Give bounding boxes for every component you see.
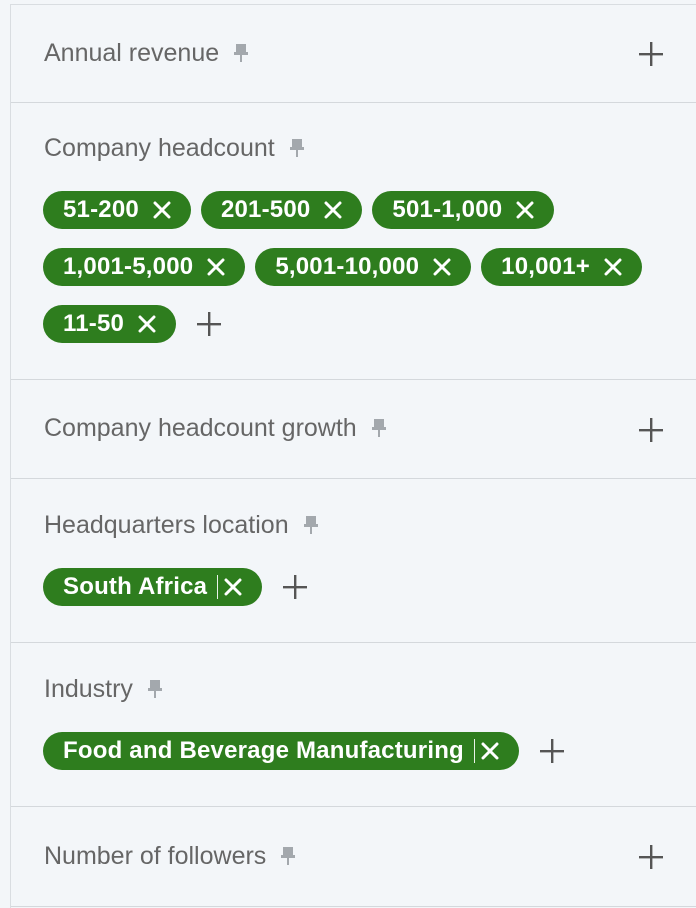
pin-icon[interactable]: [147, 679, 163, 699]
filter-label-annual-revenue: Annual revenue: [44, 39, 220, 67]
chip-headcount-501-1000[interactable]: 501-1,000: [372, 191, 555, 229]
filter-section-headcount-growth: Company headcount growth: [11, 379, 696, 479]
remove-icon[interactable]: [516, 201, 534, 219]
add-annual-revenue-button[interactable]: [638, 41, 664, 67]
remove-icon[interactable]: [138, 315, 156, 333]
chip-headcount-11-50[interactable]: 11-50: [43, 305, 177, 343]
filter-panel: Annual revenue Company headcount 51-200: [10, 4, 696, 908]
chip-location-south-africa[interactable]: South Africa: [43, 568, 263, 606]
filter-label-industry: Industry: [44, 675, 133, 703]
chip-separator: [217, 575, 219, 599]
remove-icon[interactable]: [604, 258, 622, 276]
pin-icon[interactable]: [289, 138, 305, 158]
filter-label-hq-location: Headquarters location: [44, 511, 289, 539]
chip-headcount-51-200[interactable]: 51-200: [43, 191, 191, 229]
remove-icon[interactable]: [224, 578, 242, 596]
filter-section-company-headcount: Company headcount 51-200 201-500 501-1,0…: [11, 102, 696, 380]
filter-section-industry: Industry Food and Beverage Manufacturing: [11, 642, 696, 807]
chip-headcount-5001-10000[interactable]: 5,001-10,000: [255, 248, 472, 286]
filter-label-followers: Number of followers: [44, 842, 267, 870]
chip-industry-food-beverage[interactable]: Food and Beverage Manufacturing: [43, 732, 519, 770]
remove-icon[interactable]: [481, 742, 499, 760]
filter-section-annual-revenue: Annual revenue: [11, 5, 696, 103]
chip-headcount-201-500[interactable]: 201-500: [200, 191, 363, 229]
add-industry-button[interactable]: [539, 738, 565, 764]
add-location-button[interactable]: [282, 574, 308, 600]
chip-headcount-10001-plus[interactable]: 10,001+: [481, 248, 642, 286]
pin-icon[interactable]: [303, 515, 319, 535]
chip-separator: [473, 739, 475, 763]
pin-icon[interactable]: [280, 846, 296, 866]
pin-icon[interactable]: [233, 43, 249, 63]
filter-label-company-headcount: Company headcount: [44, 134, 275, 162]
remove-icon[interactable]: [207, 258, 225, 276]
add-followers-button[interactable]: [638, 844, 664, 870]
remove-icon[interactable]: [324, 201, 342, 219]
add-headcount-growth-button[interactable]: [638, 417, 664, 443]
pin-icon[interactable]: [371, 418, 387, 438]
filter-section-hq-location: Headquarters location South Africa: [11, 478, 696, 643]
chip-headcount-1001-5000[interactable]: 1,001-5,000: [43, 248, 246, 286]
filter-section-followers: Number of followers: [11, 806, 696, 907]
filter-label-headcount-growth: Company headcount growth: [44, 414, 357, 442]
add-headcount-button[interactable]: [196, 311, 222, 337]
remove-icon[interactable]: [433, 258, 451, 276]
remove-icon[interactable]: [153, 201, 171, 219]
